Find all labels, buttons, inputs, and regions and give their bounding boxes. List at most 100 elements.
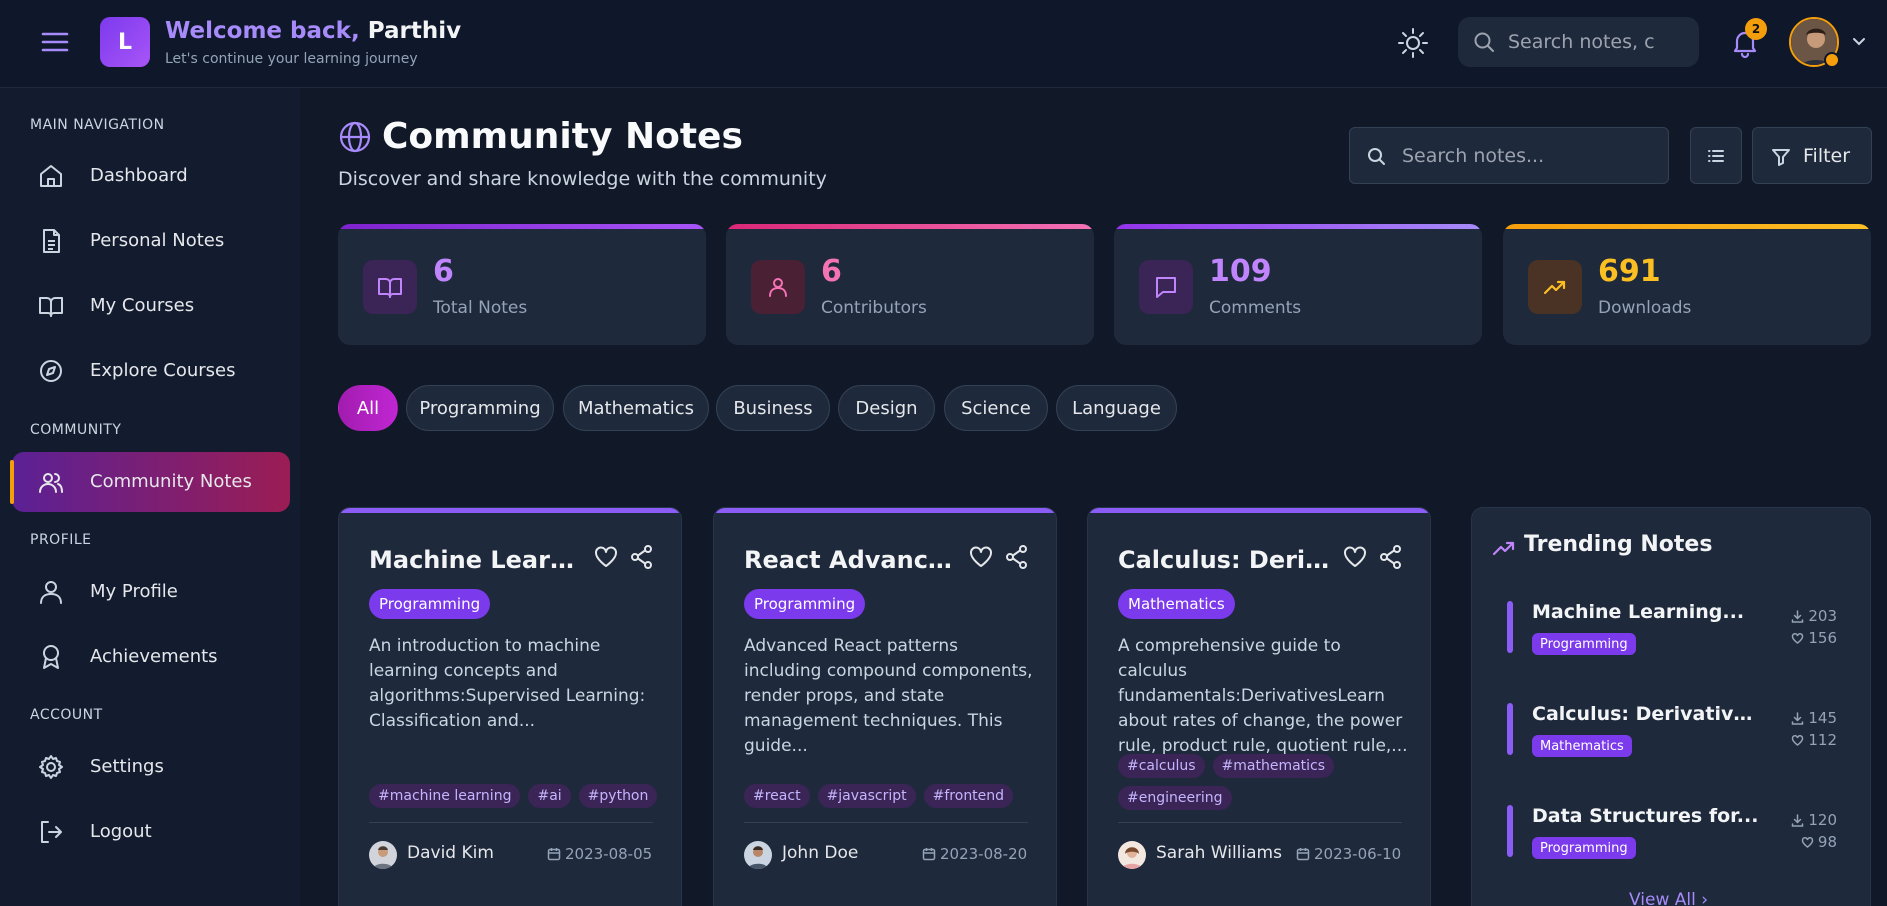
sidebar-item-personal-notes[interactable]: Personal Notes	[12, 211, 290, 271]
share-icon[interactable]	[1378, 544, 1404, 570]
sidebar-item-achievements[interactable]: Achievements	[12, 627, 290, 687]
like-count: 98	[1777, 833, 1837, 851]
stat-label: Downloads	[1598, 298, 1692, 318]
chevron-down-icon[interactable]	[1850, 32, 1868, 50]
tag[interactable]: #engineering	[1118, 786, 1232, 810]
tag[interactable]: #machine learning	[369, 784, 521, 808]
sidebar-item-my-profile[interactable]: My Profile	[12, 562, 290, 622]
tag[interactable]: #ai	[528, 784, 571, 808]
category-chip-programming[interactable]: Programming	[406, 385, 554, 431]
category-chip-design[interactable]: Design	[838, 385, 935, 431]
list-icon	[1706, 146, 1726, 166]
heart-icon[interactable]	[593, 544, 619, 570]
logo-letter: L	[117, 29, 133, 55]
stat-label: Comments	[1209, 298, 1302, 318]
note-card[interactable]: React Advanced ... Programming Advanced …	[713, 507, 1057, 906]
divider	[1118, 822, 1402, 823]
download-count: 203	[1777, 607, 1837, 625]
award-icon	[38, 644, 64, 670]
trending-item[interactable]: Calculus: Derivatives &... Mathematics 1…	[1507, 703, 1847, 763]
avatar	[369, 841, 397, 869]
like-count-value: 156	[1808, 629, 1837, 647]
sidebar-item-logout[interactable]: Logout	[12, 802, 290, 862]
sidebar-section-account: ACCOUNT	[30, 707, 103, 723]
file-text-icon	[38, 228, 64, 254]
tag-list: #machine learning #ai #python	[369, 784, 669, 808]
sidebar-item-label: Explore Courses	[90, 360, 236, 381]
page-title: Community Notes	[382, 116, 743, 157]
stat-value: 6	[433, 254, 454, 289]
download-count: 120	[1777, 811, 1837, 829]
sidebar-section-profile: PROFILE	[30, 532, 92, 548]
global-search	[1458, 17, 1699, 67]
sidebar-item-label: Logout	[90, 821, 152, 842]
download-count-value: 203	[1808, 607, 1837, 625]
note-card[interactable]: Machine Learnin... Programming An introd…	[338, 507, 682, 906]
trending-panel: Trending Notes Machine Learning... Progr…	[1471, 507, 1871, 906]
sidebar-item-dashboard[interactable]: Dashboard	[12, 146, 290, 206]
search-icon	[1472, 30, 1496, 54]
tag-list: #react #javascript #frontend	[744, 784, 1044, 808]
share-icon[interactable]	[629, 544, 655, 570]
stat-value: 6	[821, 254, 842, 289]
heart-icon[interactable]	[1342, 544, 1368, 570]
tag[interactable]: #javascript	[817, 784, 916, 808]
stat-card-downloads: 691 Downloads	[1503, 224, 1871, 345]
category-badge: Mathematics	[1532, 735, 1632, 757]
trending-title: Trending Notes	[1524, 532, 1713, 557]
note-accent-bar	[714, 508, 1056, 513]
sidebar-item-settings[interactable]: Settings	[12, 737, 290, 797]
trending-up-icon	[1528, 260, 1582, 314]
category-badge: Programming	[1532, 633, 1636, 655]
view-all-label: View All	[1629, 890, 1696, 906]
heart-icon[interactable]	[968, 544, 994, 570]
trending-item[interactable]: Machine Learning... Programming 203 156	[1507, 601, 1847, 661]
stat-label: Contributors	[821, 298, 927, 318]
like-count-value: 98	[1817, 833, 1837, 851]
share-icon[interactable]	[1004, 544, 1030, 570]
category-chip-all[interactable]: All	[338, 385, 398, 431]
download-icon	[1792, 813, 1804, 827]
tag[interactable]: #python	[578, 784, 658, 808]
sun-icon[interactable]	[1397, 27, 1429, 59]
filter-button[interactable]: Filter	[1752, 127, 1872, 184]
logout-icon	[38, 819, 64, 845]
category-chip-business[interactable]: Business	[716, 385, 830, 431]
notification-badge: 2	[1745, 18, 1767, 40]
menu-icon[interactable]	[40, 28, 70, 56]
notes-search-input[interactable]	[1402, 142, 1652, 170]
tag[interactable]: #mathematics	[1212, 754, 1335, 778]
category-badge: Programming	[369, 589, 491, 619]
sidebar-section-main: MAIN NAVIGATION	[30, 117, 165, 133]
note-title: Machine Learnin...	[369, 546, 589, 574]
sidebar-item-label: My Profile	[90, 581, 178, 602]
app-logo[interactable]: L	[100, 17, 150, 67]
tag[interactable]: #frontend	[923, 784, 1014, 808]
welcome-subtitle: Let's continue your learning journey	[165, 51, 418, 67]
global-search-input[interactable]	[1508, 27, 1688, 57]
trending-accent-bar	[1507, 805, 1513, 857]
category-badge: Programming	[744, 589, 866, 619]
trending-item[interactable]: Data Structures for... Programming 120 9…	[1507, 805, 1847, 865]
user-icon	[38, 579, 64, 605]
category-badge: Programming	[1532, 837, 1636, 859]
category-chip-mathematics[interactable]: Mathematics	[563, 385, 709, 431]
list-view-button[interactable]	[1690, 127, 1742, 184]
search-icon	[1366, 146, 1386, 166]
category-chip-science[interactable]: Science	[944, 385, 1048, 431]
tag[interactable]: #react	[744, 784, 810, 808]
stat-accent-bar	[338, 224, 706, 229]
welcome-name: Parthiv	[367, 18, 462, 44]
stat-card-comments: 109 Comments	[1114, 224, 1482, 345]
calendar-icon	[922, 847, 936, 861]
sidebar-item-label: Community Notes	[90, 471, 252, 492]
sidebar-item-community-notes[interactable]: Community Notes	[10, 452, 290, 512]
note-card[interactable]: Calculus: Derivat... Mathematics A compr…	[1087, 507, 1431, 906]
tag[interactable]: #calculus	[1118, 754, 1205, 778]
sidebar-item-explore-courses[interactable]: Explore Courses	[12, 341, 290, 401]
download-icon	[1792, 609, 1804, 623]
gear-icon	[38, 754, 64, 780]
sidebar-item-my-courses[interactable]: My Courses	[12, 276, 290, 336]
category-chip-language[interactable]: Language	[1056, 385, 1177, 431]
view-all-link[interactable]: View All ›	[1629, 890, 1708, 906]
